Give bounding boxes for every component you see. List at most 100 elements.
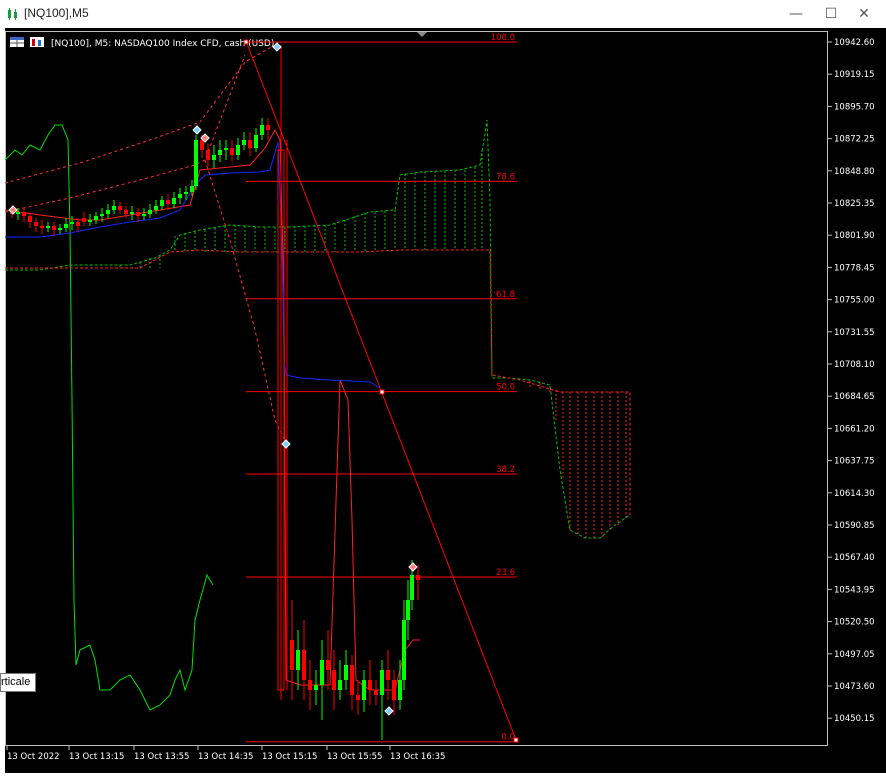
title-bar: [NQ100],M5 — ☐ ✕: [0, 0, 886, 28]
time-label: 13 Oct 13:55: [134, 752, 189, 762]
close-button[interactable]: ✕: [846, 0, 882, 28]
candle-bearish: [34, 222, 38, 226]
candle-bearish: [392, 680, 396, 700]
candle-bullish: [100, 214, 104, 216]
fib-level-label: 100.0: [491, 33, 515, 43]
fib-level-label: 78.6: [496, 172, 515, 182]
candle-bullish: [410, 575, 414, 600]
candle-bullish: [148, 210, 152, 214]
chart-canvas[interactable]: [NQ100], M5: NASDAQ100 Index CFD, cash (…: [4, 28, 886, 773]
candle-bullish: [344, 665, 348, 680]
trendline-anchor-mid[interactable]: [379, 389, 385, 395]
candle-bullish: [296, 650, 300, 670]
candle-bullish: [112, 206, 116, 210]
candle-bearish: [82, 218, 86, 222]
sell-signal-marker[interactable]: [408, 562, 418, 572]
candle-bearish: [76, 222, 80, 226]
candle-bullish: [142, 214, 146, 216]
candle-bullish: [184, 192, 188, 194]
price-label: 10895.70: [834, 102, 875, 112]
price-label: 10942.60: [834, 38, 875, 48]
fib-level-label: 0.0: [501, 733, 515, 743]
buy-signal-marker[interactable]: [384, 706, 394, 716]
candle-bearish: [248, 140, 252, 148]
candle-bullish: [314, 685, 318, 690]
candle-bullish: [160, 200, 164, 206]
price-label: 10848.80: [834, 167, 875, 177]
candle-bullish: [236, 145, 240, 155]
price-axis: 10942.60 10919.15 10895.70 10872.25 10848.80…: [828, 38, 875, 724]
trendline-anchor-end[interactable]: [513, 737, 519, 743]
candle-bullish: [218, 150, 222, 155]
candle-bearish: [266, 125, 270, 130]
price-label: 10520.50: [834, 618, 875, 628]
dashed-trendline-upper: [4, 44, 276, 184]
price-label: 10825.35: [834, 199, 875, 209]
price-label: 10450.15: [834, 714, 875, 724]
candle-bullish: [130, 212, 134, 214]
candle-bearish: [28, 216, 32, 222]
price-label: 10543.95: [834, 585, 875, 595]
candle-bearish: [326, 660, 330, 670]
fib-level-label: 50.0: [496, 383, 515, 393]
trendline-anchor-start[interactable]: [243, 39, 249, 45]
price-label: 10661.20: [834, 424, 875, 434]
fib-level-label: 38.2: [496, 465, 515, 475]
candle-bullish: [406, 600, 410, 620]
buy-signal-marker[interactable]: [281, 439, 291, 449]
candle-bullish: [88, 220, 92, 222]
window-title: [NQ100],M5: [24, 6, 89, 20]
candle-bearish: [416, 575, 420, 580]
candle-bullish: [260, 125, 264, 135]
candle-bearish: [332, 670, 336, 690]
dashed-trendline-drop: [204, 159, 288, 446]
candle-bullish: [64, 224, 68, 228]
price-label: 10755.00: [834, 296, 875, 306]
candle-bullish: [58, 228, 62, 230]
candle-bearish: [166, 200, 170, 204]
candle-bullish: [224, 148, 228, 150]
price-label: 10919.15: [834, 70, 875, 80]
candle-bullish: [70, 222, 74, 224]
buy-signal-marker[interactable]: [192, 125, 202, 135]
candle-bearish: [118, 206, 122, 210]
maximize-button[interactable]: ☐: [813, 0, 849, 28]
candle-bearish: [136, 212, 140, 216]
candle-bullish: [194, 140, 198, 186]
ichimoku-cloud-bearish: [529, 381, 627, 538]
candle-bullish: [172, 198, 176, 204]
chart-area[interactable]: [NQ100], M5: NASDAQ100 Index CFD, cash (…: [4, 28, 886, 773]
candle-bullish: [106, 210, 110, 214]
candle-bearish: [40, 226, 44, 228]
candle-bearish: [356, 695, 360, 700]
time-label: 13 Oct 14:35: [198, 752, 253, 762]
candle-bearish: [374, 690, 378, 695]
price-candles: [10, 118, 420, 740]
candle-bullish: [380, 670, 384, 695]
candle-bullish: [94, 216, 98, 220]
table-icon[interactable]: [10, 37, 24, 47]
candle-bearish: [386, 670, 390, 680]
price-label: 10590.85: [834, 521, 875, 531]
chart-shift-marker[interactable]: [417, 32, 427, 37]
time-label: 13 Oct 13:15: [69, 752, 124, 762]
price-label: 10684.65: [834, 392, 875, 402]
candle-bullish: [212, 155, 216, 160]
plot-frame: [5, 31, 828, 746]
time-label: 13 Oct 15:55: [327, 752, 382, 762]
senkou-span-a: [5, 119, 631, 539]
candle-bullish: [362, 680, 366, 700]
minimize-button[interactable]: —: [778, 0, 814, 28]
trade-icon[interactable]: [30, 37, 44, 47]
price-label: 10731.55: [834, 328, 875, 338]
price-label: 10614.30: [834, 489, 875, 499]
price-label: 10497.05: [834, 650, 875, 660]
chart-header-text: [NQ100], M5: NASDAQ100 Index CFD, cash (…: [51, 39, 274, 49]
price-label: 10708.10: [834, 360, 875, 370]
candle-bearish: [200, 140, 204, 150]
candle-bearish: [52, 226, 56, 230]
candle-bearish: [302, 650, 306, 680]
time-label: 13 Oct 15:15: [262, 752, 317, 762]
candle-bearish: [124, 210, 128, 214]
candle-bearish: [230, 148, 234, 155]
